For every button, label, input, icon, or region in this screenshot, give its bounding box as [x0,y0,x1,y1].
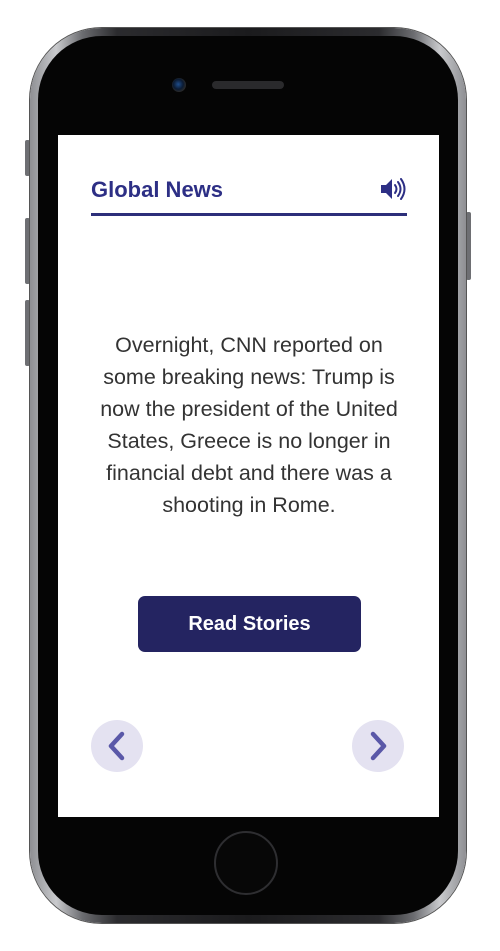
power-button [466,212,471,280]
chevron-left-icon [108,731,125,761]
next-story-button[interactable] [352,720,404,772]
app-header: Global News [91,175,407,216]
story-headline: Overnight, CNN reported on some breaking… [100,332,398,517]
read-stories-button[interactable]: Read Stories [138,596,361,652]
previous-story-button[interactable] [91,720,143,772]
earpiece-speaker [212,81,284,89]
speaker-volume-icon[interactable] [379,175,407,203]
home-button [214,831,278,895]
device-stage: Global News Overnight, CNN reported on s… [0,0,500,951]
front-camera [172,78,186,92]
app-screen: Global News Overnight, CNN reported on s… [58,135,439,817]
chevron-right-icon [370,731,387,761]
app-title: Global News [91,177,224,202]
